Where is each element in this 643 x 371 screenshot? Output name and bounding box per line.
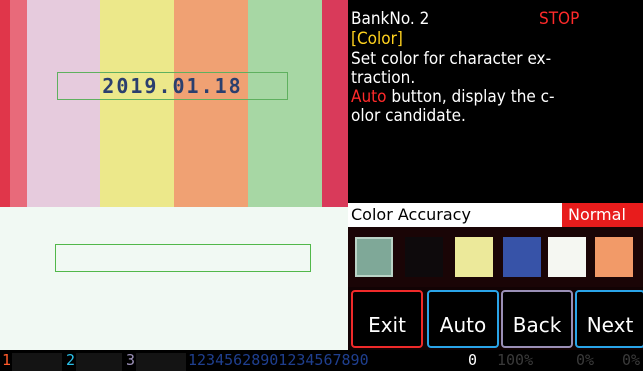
run-state: STOP (539, 9, 580, 29)
error-rate: 0% (576, 351, 595, 369)
auto-button[interactable]: Auto (427, 290, 499, 348)
bank-number: BankNo. 2 (351, 9, 430, 29)
accuracy-label: Color Accuracy (351, 205, 471, 224)
swatch-sage[interactable] (355, 237, 393, 277)
instruction-line: traction. (351, 68, 416, 88)
camera-preview: 2019.01.18 (0, 0, 348, 207)
accuracy-row: Color Accuracy Normal (348, 203, 643, 227)
preview-stripe (248, 0, 322, 207)
ocr-target-box[interactable]: 2019.01.18 (57, 72, 288, 100)
exit-button[interactable]: Exit (351, 290, 423, 348)
digit-string: 12345628901234567890 (188, 351, 369, 369)
bank-slot-2 (76, 353, 122, 371)
result-box (55, 244, 311, 272)
preview-stripe (27, 0, 100, 207)
instruction-text: Set color for character ex- traction. Au… (351, 50, 641, 126)
bank-slot-1 (12, 353, 62, 371)
instruction-line: olor candidate. (351, 106, 466, 126)
swatch-white[interactable] (548, 237, 586, 277)
button-bar: Exit Auto Back Next (348, 287, 643, 350)
back-button[interactable]: Back (501, 290, 573, 348)
bank-indicator-1: 1 (2, 351, 12, 369)
accuracy-value[interactable]: Normal (562, 203, 643, 227)
next-button[interactable]: Next (575, 290, 643, 348)
preview-stripe (100, 0, 174, 207)
instruction-line: Set color for character ex- (351, 49, 552, 69)
color-candidates (348, 227, 643, 287)
swatch-orange[interactable] (595, 237, 633, 277)
swatch-yellow[interactable] (455, 237, 493, 277)
status-bar: 1 2 3 12345628901234567890 0 100% 0% 0% (0, 350, 643, 371)
swatch-blue[interactable] (503, 237, 541, 277)
mode-title: [Color] (351, 29, 403, 49)
preview-stripe (10, 0, 27, 207)
match-rate: 100% (497, 351, 534, 369)
result-preview (0, 207, 348, 350)
preview-stripe (322, 0, 348, 207)
swatch-black[interactable] (405, 237, 443, 277)
result-count: 0 (468, 351, 478, 369)
bank-indicator-2: 2 (66, 351, 76, 369)
date-text: 2019.01.18 (102, 74, 243, 98)
bank-indicator-3: 3 (126, 351, 136, 369)
instruction-line: Auto button, display the c- (351, 88, 641, 107)
instruction-highlight: Auto (351, 87, 387, 107)
instruction-line-rest: button, display the c- (386, 87, 555, 107)
preview-stripe (0, 0, 10, 207)
preview-stripe (174, 0, 248, 207)
bank-slot-3 (136, 353, 186, 371)
reject-rate: 0% (622, 351, 641, 369)
info-panel: BankNo. 2 STOP [Color] Set color for cha… (348, 0, 643, 203)
